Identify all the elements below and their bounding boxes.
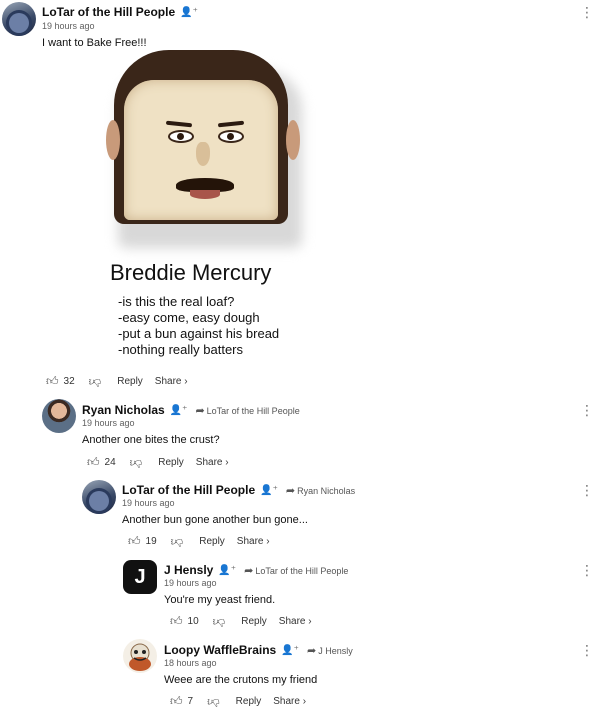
thumbs-down-icon[interactable]: 👍︎ bbox=[213, 614, 226, 629]
meme-title: Breddie Mercury bbox=[110, 260, 272, 285]
comment-time[interactable]: 19 hours ago bbox=[164, 578, 217, 588]
avatar[interactable] bbox=[123, 639, 157, 673]
reply-arrow-icon: ➦ bbox=[244, 564, 254, 577]
thumbs-up-icon[interactable]: 👍︎ bbox=[170, 694, 183, 709]
reply-button[interactable]: Reply bbox=[158, 457, 184, 468]
reply-to-label[interactable]: ➦ LoTar of the Hill People bbox=[244, 564, 348, 577]
thumbs-down-icon[interactable]: 👍︎ bbox=[171, 534, 184, 549]
person-plus-icon: 👤⁺ bbox=[260, 484, 278, 496]
avatar[interactable] bbox=[2, 2, 36, 36]
like-count: 7 bbox=[187, 696, 194, 707]
reply-button[interactable]: Reply bbox=[199, 536, 225, 547]
comment-author[interactable]: LoTar of the Hill People bbox=[42, 5, 175, 19]
comment-text: Weee are the crutons my friend bbox=[164, 674, 318, 686]
thumbs-up-icon[interactable]: 👍︎ bbox=[87, 455, 100, 470]
comment-author[interactable]: Loopy WaffleBrains bbox=[164, 643, 276, 657]
avatar[interactable]: J bbox=[123, 560, 157, 594]
comment-author[interactable]: Ryan Nicholas bbox=[82, 403, 165, 417]
more-vert-icon[interactable]: ⋮ bbox=[580, 4, 594, 21]
comment-text: Another bun gone another bun gone... bbox=[122, 514, 308, 526]
share-button[interactable]: Share › bbox=[196, 457, 229, 468]
reply-button[interactable]: Reply bbox=[117, 376, 143, 387]
comment-time[interactable]: 19 hours ago bbox=[122, 498, 175, 508]
share-button[interactable]: Share › bbox=[279, 616, 312, 627]
share-button[interactable]: Share › bbox=[155, 376, 188, 387]
comment-text: Another one bites the crust? bbox=[82, 434, 220, 446]
like-count: 24 bbox=[104, 457, 116, 468]
reply-to-label[interactable]: ➦ J Hensly bbox=[307, 644, 353, 657]
reply-button[interactable]: Reply bbox=[236, 696, 262, 707]
reply-to-label[interactable]: ➦ LoTar of the Hill People bbox=[195, 404, 299, 417]
comment-author[interactable]: J Hensly bbox=[164, 563, 213, 577]
comment-actions: 👍︎ 32 👍︎ Reply Share › bbox=[46, 374, 188, 389]
comment-actions: 👍︎ 24 👍︎ Reply Share › bbox=[87, 455, 229, 470]
thumbs-down-icon[interactable]: 👍︎ bbox=[89, 374, 102, 389]
meme-image: Breddie Mercury -is this the real loaf? … bbox=[96, 50, 314, 368]
thumbs-down-icon[interactable]: 👍︎ bbox=[130, 455, 143, 470]
cartoon-character-icon bbox=[129, 643, 151, 671]
like-count: 32 bbox=[63, 376, 75, 387]
person-plus-icon: 👤⁺ bbox=[169, 404, 188, 416]
thumbs-up-icon[interactable]: 👍︎ bbox=[170, 614, 183, 629]
reply-button[interactable]: Reply bbox=[241, 616, 267, 627]
comment-time[interactable]: 19 hours ago bbox=[42, 21, 95, 31]
comment-text: I want to Bake Free!!! bbox=[42, 37, 147, 49]
more-vert-icon[interactable]: ⋮ bbox=[580, 642, 594, 659]
share-button[interactable]: Share › bbox=[273, 696, 306, 707]
comment-text: You're my yeast friend. bbox=[164, 594, 276, 606]
like-count: 10 bbox=[187, 616, 199, 627]
meme-line: -is this the real loaf? bbox=[118, 294, 235, 309]
comment-actions: 👍︎ 7 👍︎ Reply Share › bbox=[170, 694, 306, 709]
reply-arrow-icon: ➦ bbox=[195, 404, 205, 417]
comment-actions: 👍︎ 10 👍︎ Reply Share › bbox=[170, 614, 312, 629]
meme-lines: -is this the real loaf? -easy come, easy… bbox=[118, 294, 279, 358]
person-plus-icon: 👤⁺ bbox=[180, 6, 198, 18]
thumbs-up-icon[interactable]: 👍︎ bbox=[128, 534, 141, 549]
like-count: 19 bbox=[145, 536, 157, 547]
person-plus-icon: 👤⁺ bbox=[281, 644, 299, 656]
more-vert-icon[interactable]: ⋮ bbox=[580, 482, 594, 499]
more-vert-icon[interactable]: ⋮ bbox=[580, 562, 594, 579]
thumbs-down-icon[interactable]: 👍︎ bbox=[207, 694, 220, 709]
share-button[interactable]: Share › bbox=[237, 536, 270, 547]
avatar[interactable] bbox=[42, 399, 76, 433]
comment-actions: 👍︎ 19 👍︎ Reply Share › bbox=[128, 534, 270, 549]
meme-line: -nothing really batters bbox=[118, 342, 244, 357]
comment-author[interactable]: LoTar of the Hill People bbox=[122, 483, 255, 497]
comment-time[interactable]: 19 hours ago bbox=[82, 418, 135, 428]
comment-time[interactable]: 18 hours ago bbox=[164, 658, 217, 668]
reply-to-label[interactable]: ➦ Ryan Nicholas bbox=[286, 484, 355, 497]
meme-line: -easy come, easy dough bbox=[118, 310, 260, 325]
person-plus-icon: 👤⁺ bbox=[218, 564, 237, 576]
reply-arrow-icon: ➦ bbox=[306, 644, 317, 657]
meme-line: -put a bun against his bread bbox=[118, 326, 280, 341]
avatar[interactable] bbox=[82, 480, 116, 514]
bread-face-illustration bbox=[106, 50, 300, 230]
reply-arrow-icon: ➦ bbox=[285, 484, 296, 497]
thumbs-up-icon[interactable]: 👍︎ bbox=[46, 374, 59, 389]
more-vert-icon[interactable]: ⋮ bbox=[580, 402, 594, 419]
